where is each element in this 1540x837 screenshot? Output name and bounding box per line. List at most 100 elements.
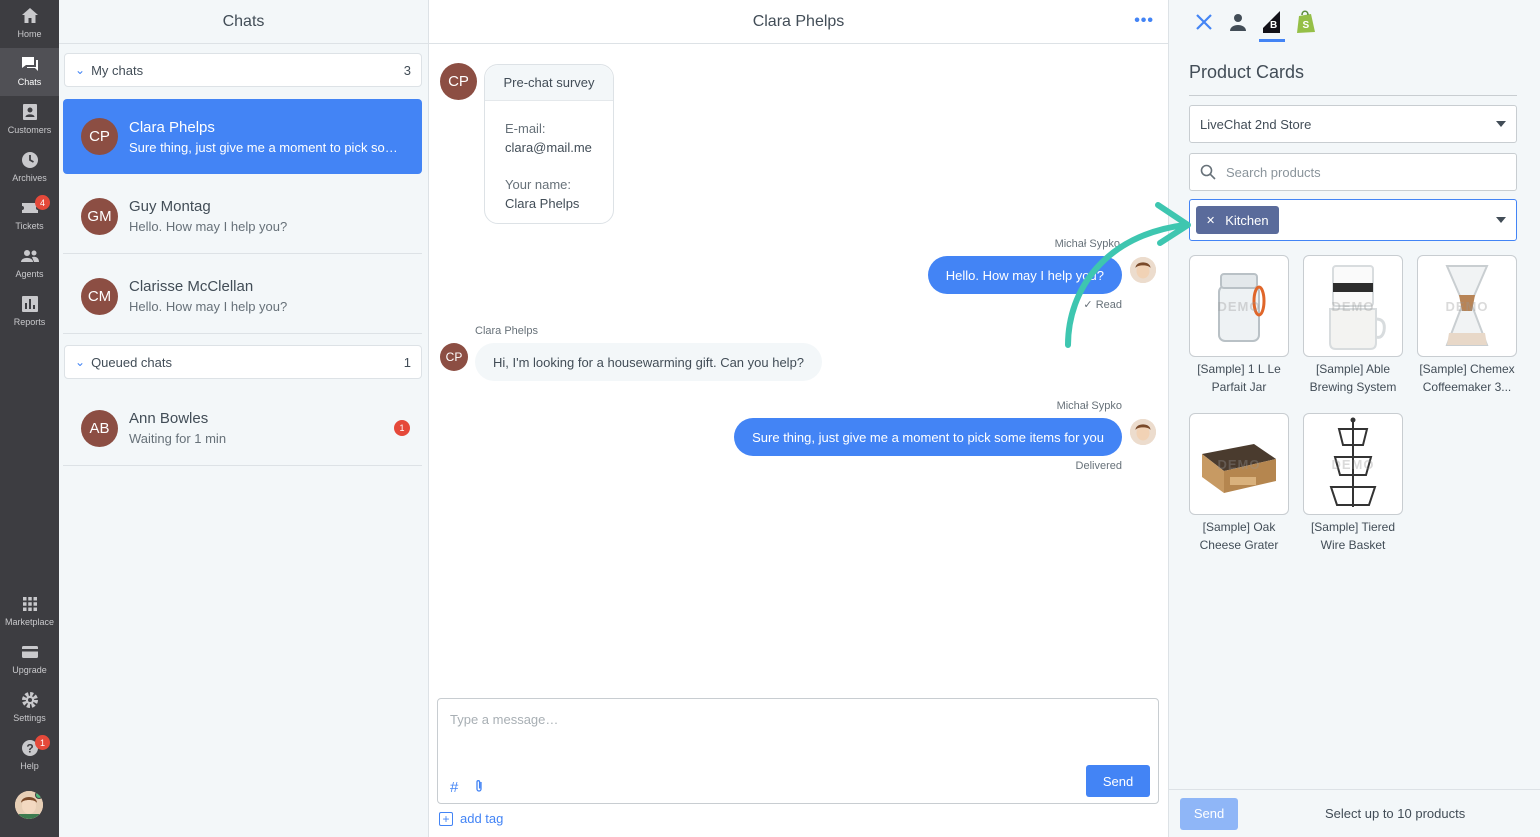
customers-icon [22, 104, 37, 120]
search-input[interactable] [1226, 164, 1496, 180]
online-status-dot [35, 791, 43, 799]
send-button[interactable]: Send [1086, 765, 1150, 797]
category-select[interactable]: ✕ Kitchen [1189, 199, 1517, 241]
reports-icon [21, 296, 38, 312]
caret-down-icon [1496, 217, 1506, 223]
search-field [1189, 153, 1517, 191]
product-name: [Sample] 1 L Le Parfait Jar [1197, 362, 1281, 394]
product-image: DEMO [1417, 255, 1517, 357]
chat-name: Ann Bowles [129, 410, 209, 427]
product-name: [Sample] Oak Cheese Grater [1199, 520, 1279, 552]
message-sender: Michał Sypko [1056, 400, 1122, 412]
my-chats-label: My chats [91, 62, 144, 78]
tab-bigcommerce[interactable]: B [1255, 0, 1289, 44]
chat-item-clara-phelps[interactable]: CP Clara Phelps Sure thing, just give me… [63, 99, 422, 174]
queued-chats-group[interactable]: ⌄ Queued chats 1 [64, 345, 422, 379]
nav-home[interactable]: Home [0, 0, 59, 48]
product-card[interactable]: DEMO [Sample] Oak Cheese Grater [1189, 413, 1289, 554]
left-nav: Home Chats Customers Archives Tickets 4 … [0, 0, 59, 837]
chevron-down-icon: ⌄ [75, 355, 86, 369]
close-panel-button[interactable] [1187, 0, 1221, 44]
product-name: [Sample] Able Brewing System [1309, 362, 1397, 394]
chat-item-ann-bowles[interactable]: AB Ann Bowles Waiting for 1 min 1 [63, 391, 422, 466]
product-image: DEMO [1303, 255, 1403, 357]
product-card[interactable]: DEMO [Sample] Chemex Coffeemaker 3... [1417, 255, 1517, 396]
queued-chats-label: Queued chats [91, 354, 173, 370]
settings-icon [21, 692, 38, 708]
remove-chip-icon[interactable]: ✕ [1206, 214, 1215, 227]
agents-icon [20, 250, 39, 262]
close-icon [1196, 14, 1212, 30]
message-sender: Clara Phelps [475, 325, 538, 337]
product-card[interactable]: DEMO [Sample] 1 L Le Parfait Jar [1189, 255, 1289, 396]
tab-shopify[interactable]: S [1289, 0, 1323, 44]
agent-avatar [1130, 257, 1156, 283]
svg-text:?: ? [26, 742, 33, 756]
agent-face-icon [1130, 419, 1156, 445]
search-icon [1200, 164, 1216, 180]
nav-marketplace[interactable]: Marketplace [0, 588, 59, 636]
chat-name: Clarisse McClellan [129, 278, 254, 295]
chat-name: Clara Phelps [129, 118, 215, 136]
product-card[interactable]: DEMO [Sample] Able Brewing System [1303, 255, 1403, 396]
queued-chats-count: 1 [403, 354, 411, 370]
message-status-text: Read [1095, 299, 1122, 311]
nav-agents[interactable]: Agents [0, 240, 59, 288]
more-options-icon[interactable]: ••• [1134, 12, 1154, 30]
message-sender: Michał Sypko [1054, 238, 1120, 250]
demo-watermark: DEMO [1331, 298, 1375, 314]
avatar: CM [81, 277, 118, 315]
archives-icon [21, 152, 38, 168]
panel-tabs: B S [1169, 0, 1540, 44]
send-products-button[interactable]: Send [1180, 797, 1238, 830]
nav-chats[interactable]: Chats [0, 48, 59, 96]
message-bubble: Hi, I'm looking for a housewarming gift.… [475, 343, 823, 381]
nav-tickets-label: Tickets [15, 221, 44, 231]
tab-customer-details[interactable] [1221, 0, 1255, 44]
category-chip: ✕ Kitchen [1196, 206, 1279, 234]
demo-watermark: DEMO [1445, 298, 1489, 314]
store-select-value: LiveChat 2nd Store [1200, 116, 1312, 132]
nav-settings[interactable]: Settings [0, 684, 59, 732]
message-input[interactable] [438, 699, 1158, 739]
nav-reports[interactable]: Reports [0, 288, 59, 336]
product-cards-panel: B S Product Cards LiveChat 2nd Store ✕ K… [1168, 0, 1540, 837]
demo-watermark: DEMO [1217, 456, 1261, 472]
bigcommerce-icon: B [1263, 11, 1280, 33]
product-card[interactable]: DEMO [Sample] Tiered Wire Basket [1303, 413, 1403, 554]
product-image: DEMO [1189, 413, 1289, 515]
hashtag-icon[interactable]: # [450, 779, 458, 796]
marketplace-icon [22, 597, 37, 611]
nav-help[interactable]: ? Help 1 [0, 732, 59, 780]
message-status: Delivered [1075, 460, 1122, 472]
avatar: AB [81, 409, 118, 447]
avatar: CP [440, 343, 468, 371]
unread-badge: 1 [394, 420, 410, 436]
chat-item-clarisse-mcclellan[interactable]: CM Clarisse McClellan Hello. How may I h… [63, 259, 422, 334]
attachment-icon[interactable] [474, 779, 484, 797]
nav-archives[interactable]: Archives [0, 144, 59, 192]
category-chip-label: Kitchen [1225, 212, 1269, 228]
add-tag-label: add tag [460, 811, 504, 826]
product-image: DEMO [1303, 413, 1403, 515]
my-chats-group[interactable]: ⌄ My chats 3 [64, 53, 422, 87]
svg-text:S: S [1303, 20, 1310, 31]
nav-tickets[interactable]: Tickets 4 [0, 192, 59, 240]
survey-email-label: E-mail: [505, 121, 546, 136]
store-select[interactable]: LiveChat 2nd Store [1189, 105, 1517, 143]
agent-avatar[interactable] [15, 791, 43, 819]
chat-preview: Hello. How may I help you? [129, 299, 288, 314]
product-name: [Sample] Chemex Coffeemaker 3... [1419, 362, 1515, 394]
nav-upgrade-label: Upgrade [12, 665, 47, 675]
add-tag-button[interactable]: + add tag [439, 811, 503, 826]
survey-title: Pre-chat survey [485, 65, 613, 101]
product-image: DEMO [1189, 255, 1289, 357]
nav-customers-label: Customers [7, 125, 52, 135]
survey-name-label: Your name: [505, 177, 572, 192]
nav-upgrade[interactable]: Upgrade [0, 636, 59, 684]
nav-reports-label: Reports [13, 317, 46, 327]
chat-preview: Waiting for 1 min [129, 431, 227, 446]
demo-watermark: DEMO [1217, 298, 1261, 314]
chat-item-guy-montag[interactable]: GM Guy Montag Hello. How may I help you? [63, 179, 422, 254]
nav-customers[interactable]: Customers [0, 96, 59, 144]
